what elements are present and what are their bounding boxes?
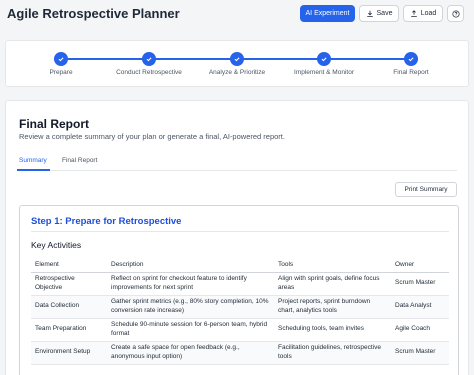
table-cell: Agile Coach <box>391 318 449 342</box>
step-1-check-icon[interactable] <box>54 52 68 66</box>
active-tab-indicator <box>17 169 50 171</box>
page-subtitle: Review a complete summary of your plan o… <box>19 132 285 141</box>
summary-section: Step 1: Prepare for Retrospective Key Ac… <box>19 205 459 375</box>
table-header-row: Element Description Tools Owner <box>31 257 449 273</box>
table-cell: Scheduling tools, team invites <box>274 318 391 342</box>
step-4-check-icon[interactable] <box>317 52 331 66</box>
table-cell: Scrum Master <box>391 272 449 296</box>
save-button[interactable]: Save <box>359 5 399 22</box>
table-row: Team Preparation Schedule 90-minute sess… <box>31 318 449 342</box>
tabs-divider <box>17 170 457 171</box>
table-cell: Create a safe space for open feedback (e… <box>107 341 274 365</box>
activities-heading: Key Activities <box>31 240 82 250</box>
activities-table: Element Description Tools Owner Retrospe… <box>31 257 449 365</box>
step-label-analyze[interactable]: Analyze & Prioritize <box>209 69 265 76</box>
table-cell: Scrum Master <box>391 341 449 365</box>
ai-experiment-button[interactable]: AI Experiment <box>300 5 355 22</box>
load-label: Load <box>420 10 437 17</box>
column-header: Tools <box>274 257 391 273</box>
step-label-final-report[interactable]: Final Report <box>393 69 428 76</box>
download-icon <box>366 10 373 17</box>
table-cell: Retrospective Objective <box>31 272 107 296</box>
help-button[interactable] <box>447 5 464 22</box>
table-cell: Gather sprint metrics (e.g., 80% story c… <box>107 295 274 319</box>
column-header: Owner <box>391 257 449 273</box>
step-5-check-icon[interactable] <box>404 52 418 66</box>
table-cell: Reflect on sprint for checkout feature t… <box>107 272 274 296</box>
progress-stepper: Prepare Conduct Retrospective Analyze & … <box>5 40 469 87</box>
step-2-check-icon[interactable] <box>142 52 156 66</box>
table-row: Data Collection Gather sprint metrics (e… <box>31 295 449 319</box>
tab-final-report[interactable]: Final Report <box>62 157 97 164</box>
table-cell: Team Preparation <box>31 318 107 342</box>
table-cell: Schedule 90-minute session for 6-person … <box>107 318 274 342</box>
table-cell: Facilitation guidelines, retrospective t… <box>274 341 391 365</box>
upload-icon <box>410 9 417 17</box>
save-label: Save <box>376 10 393 17</box>
table-cell: Project reports, sprint burndown chart, … <box>274 295 391 319</box>
table-cell: Data Analyst <box>391 295 449 319</box>
stepper-connector <box>68 58 348 60</box>
table-row: Environment Setup Create a safe space fo… <box>31 341 449 365</box>
divider <box>31 231 449 232</box>
step-heading: Step 1: Prepare for Retrospective <box>31 216 182 227</box>
step-label-conduct[interactable]: Conduct Retrospective <box>116 69 182 76</box>
help-circle-icon <box>451 9 460 18</box>
table-cell: Data Collection <box>31 295 107 319</box>
table-cell: Environment Setup <box>31 341 107 365</box>
step-3-check-icon[interactable] <box>230 52 244 66</box>
load-button[interactable]: Load <box>403 5 443 22</box>
column-header: Description <box>107 257 274 273</box>
step-label-implement[interactable]: Implement & Monitor <box>294 69 354 76</box>
final-report-card: Final Report Review a complete summary o… <box>5 100 469 375</box>
tab-summary[interactable]: Summary <box>19 157 47 164</box>
page-title: Final Report <box>19 117 90 131</box>
print-summary-button[interactable]: Print Summary <box>395 182 457 197</box>
app-header: Agile Retrospective Planner AI Experimen… <box>0 0 474 30</box>
app-title: Agile Retrospective Planner <box>7 6 180 21</box>
step-label-prepare[interactable]: Prepare <box>49 69 72 76</box>
column-header: Element <box>31 257 107 273</box>
table-row: Retrospective Objective Reflect on sprin… <box>31 272 449 296</box>
table-cell: Align with sprint goals, define focus ar… <box>274 272 391 296</box>
